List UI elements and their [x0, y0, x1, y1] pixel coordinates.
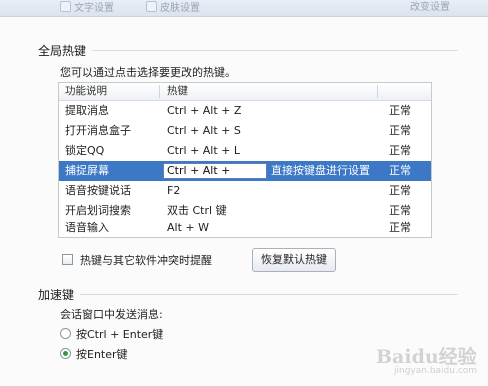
tab-skin-settings[interactable]: 皮肤设置	[146, 1, 200, 14]
section-divider	[92, 50, 458, 51]
column-separator	[377, 85, 378, 98]
baidu-watermark-logo: Baidu经验	[376, 342, 477, 369]
row-function: 提取消息	[65, 104, 109, 117]
row-hotkey: Ctrl + Alt + L	[167, 144, 241, 157]
table-header: 功能说明 热键	[59, 83, 431, 101]
row-hotkey: F2	[167, 184, 181, 197]
row-status: 正常	[389, 221, 411, 234]
tab-text-settings[interactable]: 文字设置	[60, 1, 114, 14]
tab-change-settings[interactable]: 改变设置	[410, 1, 450, 14]
tab-label: 改变设置	[410, 2, 450, 13]
row-hotkey: Ctrl + Alt + S	[167, 124, 241, 137]
table-row[interactable]: 开启划词搜索 双击 Ctrl 键 正常	[59, 201, 431, 221]
row-hotkey: Ctrl + Alt + Z	[167, 104, 242, 117]
row-status: 正常	[389, 104, 411, 117]
table-row[interactable]: 语音输入 Alt + W 正常	[59, 219, 431, 237]
row-hint: 直接按键盘进行设置	[271, 164, 370, 177]
row-function: 开启划词搜索	[65, 204, 131, 217]
section-divider	[80, 294, 458, 295]
watermark-text: Baidu经验	[376, 346, 477, 368]
watermark-subtext: jingyan.baidu.com	[394, 366, 478, 376]
table-row[interactable]: 语音按键说话 F2 正常	[59, 181, 431, 201]
row-function: 锁定QQ	[65, 144, 105, 157]
radio-enter[interactable]	[60, 348, 71, 359]
column-header-hotkey[interactable]: 热键	[167, 83, 188, 100]
background-tab-strip: 文字设置 皮肤设置 改变设置	[0, 0, 488, 17]
send-message-label: 会话窗口中发送消息:	[60, 308, 163, 321]
conflict-alert-label[interactable]: 热键与其它软件冲突时提醒	[80, 252, 212, 268]
row-function: 捕捉屏幕	[65, 164, 109, 177]
row-status: 正常	[389, 164, 411, 177]
row-hotkey: 双击 Ctrl 键	[167, 204, 227, 217]
radio-enter-label[interactable]: 按Enter键	[76, 346, 128, 362]
table-row[interactable]: 打开消息盒子 Ctrl + Alt + S 正常	[59, 121, 431, 141]
conflict-alert-checkbox[interactable]	[62, 254, 73, 265]
hotkey-table[interactable]: 功能说明 热键 提取消息 Ctrl + Alt + Z 正常 打开消息盒子 Ct…	[58, 82, 432, 238]
column-separator	[159, 85, 160, 98]
tab-label: 文字设置	[74, 3, 114, 14]
global-hotkeys-title: 全局热键	[38, 44, 87, 58]
row-function: 语音按键说话	[65, 184, 131, 197]
table-row[interactable]: 锁定QQ Ctrl + Alt + L 正常	[59, 141, 431, 161]
table-row[interactable]: 提取消息 Ctrl + Alt + Z 正常	[59, 101, 431, 121]
restore-default-hotkeys-button[interactable]: 恢复默认热键	[252, 248, 336, 272]
row-function: 打开消息盒子	[65, 124, 131, 137]
row-hotkey: Alt + W	[167, 221, 209, 234]
radio-ctrl-enter-label[interactable]: 按Ctrl + Enter键	[76, 326, 163, 342]
tab-icon	[146, 1, 157, 12]
table-row-selected[interactable]: 捕捉屏幕 Ctrl + Alt + 直接按键盘进行设置 正常	[59, 161, 431, 181]
tab-icon	[60, 1, 71, 12]
row-status: 正常	[389, 204, 411, 217]
column-header-function[interactable]: 功能说明	[65, 83, 107, 100]
hotkey-edit-input[interactable]: Ctrl + Alt +	[163, 163, 267, 179]
radio-ctrl-enter[interactable]	[60, 328, 71, 339]
row-status: 正常	[389, 184, 411, 197]
row-function: 语音输入	[65, 221, 109, 234]
hotkey-instruction: 您可以通过点击选择要更改的热键。	[60, 66, 236, 79]
row-status: 正常	[389, 144, 411, 157]
tab-label: 皮肤设置	[160, 3, 200, 14]
accelerator-title: 加速键	[38, 288, 75, 302]
row-status: 正常	[389, 124, 411, 137]
